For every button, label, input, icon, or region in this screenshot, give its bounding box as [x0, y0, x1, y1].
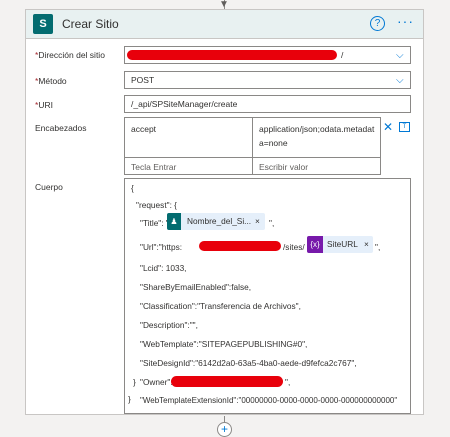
- body-line: ",: [375, 242, 381, 252]
- header-value-line-2: a=none: [259, 138, 288, 148]
- body-line: "ShareByEmailEnabled":false,: [140, 282, 252, 292]
- body-line: ",: [269, 218, 275, 228]
- body-editor[interactable]: { "request": { "Title": " ♟ Nombre_del_S…: [124, 178, 411, 414]
- body-line: {: [131, 183, 134, 193]
- body-line: "Classification":"Transferencia de Archi…: [140, 301, 301, 311]
- sharepoint-token-icon: ♟: [167, 213, 181, 230]
- body-line: "Title": ": [140, 218, 169, 228]
- headers-label: Encabezados: [35, 123, 87, 133]
- body-line: "Url":"https:: [140, 242, 183, 252]
- body-line: "Description":"",: [140, 320, 198, 330]
- body-line: "Lcid": 1033,: [140, 263, 187, 273]
- card-header[interactable]: S Crear Sitio ? ···: [26, 10, 423, 39]
- method-value: POST: [131, 75, 155, 85]
- redacted-host: [199, 241, 281, 251]
- uri-label: *URI: [35, 100, 53, 110]
- body-line: "request": {: [136, 200, 177, 210]
- action-title[interactable]: Crear Sitio: [62, 17, 119, 31]
- headers-table: accept application/json;odata.metadat a=…: [124, 117, 381, 175]
- siteurl-expression-token[interactable]: {x} SiteURL ×: [307, 236, 373, 253]
- method-dropdown[interactable]: POST ⌵: [124, 71, 411, 89]
- switch-to-text-mode-icon[interactable]: T: [399, 122, 410, 132]
- sharepoint-logo-icon: S: [33, 14, 53, 34]
- body-line: ",: [285, 377, 291, 387]
- site-address-suffix: /: [341, 50, 344, 60]
- action-card: S Crear Sitio ? ··· *Dirección del sitio…: [25, 9, 424, 415]
- body-line: "WebTemplateExtensionId":"00000000-0000-…: [140, 396, 398, 405]
- remove-token-icon[interactable]: ×: [364, 236, 369, 253]
- body-line: }: [128, 394, 131, 404]
- method-label: *Método: [35, 76, 67, 86]
- body-line: /sites/: [283, 242, 305, 252]
- delete-header-icon[interactable]: ✕: [383, 120, 393, 134]
- body-label: Cuerpo: [35, 182, 63, 192]
- redacted-owner: [171, 376, 283, 387]
- body-line: "WebTemplate":"SITEPAGEPUBLISHING#0",: [140, 339, 308, 349]
- site-address-label: *Dirección del sitio: [35, 50, 105, 60]
- redacted-site-url: [127, 50, 337, 60]
- body-line: }: [133, 377, 136, 387]
- header-value-line-1: application/json;odata.metadat: [259, 124, 375, 134]
- new-header-value-input[interactable]: Escribir valor: [253, 158, 380, 174]
- expression-icon: {x}: [307, 236, 323, 253]
- uri-input[interactable]: /_api/SPSiteManager/create: [124, 95, 411, 113]
- title-dynamic-token[interactable]: ♟ Nombre_del_Si... ×: [167, 213, 265, 230]
- header-key-input[interactable]: accept: [125, 118, 252, 157]
- body-line: "SiteDesignId":"6142d2a0-63a5-4ba0-aede-…: [140, 358, 357, 368]
- help-icon[interactable]: ?: [370, 16, 385, 31]
- new-header-key-input[interactable]: Tecla Entrar: [125, 158, 252, 174]
- site-address-dropdown[interactable]: / ⌵: [124, 46, 411, 64]
- chevron-down-icon[interactable]: ⌵: [396, 48, 406, 62]
- chevron-down-icon[interactable]: ⌵: [396, 73, 406, 87]
- more-options-icon[interactable]: ···: [397, 13, 414, 29]
- remove-token-icon[interactable]: ×: [255, 213, 260, 230]
- header-value-input[interactable]: application/json;odata.metadat a=none: [253, 118, 380, 157]
- uri-value: /_api/SPSiteManager/create: [131, 99, 238, 109]
